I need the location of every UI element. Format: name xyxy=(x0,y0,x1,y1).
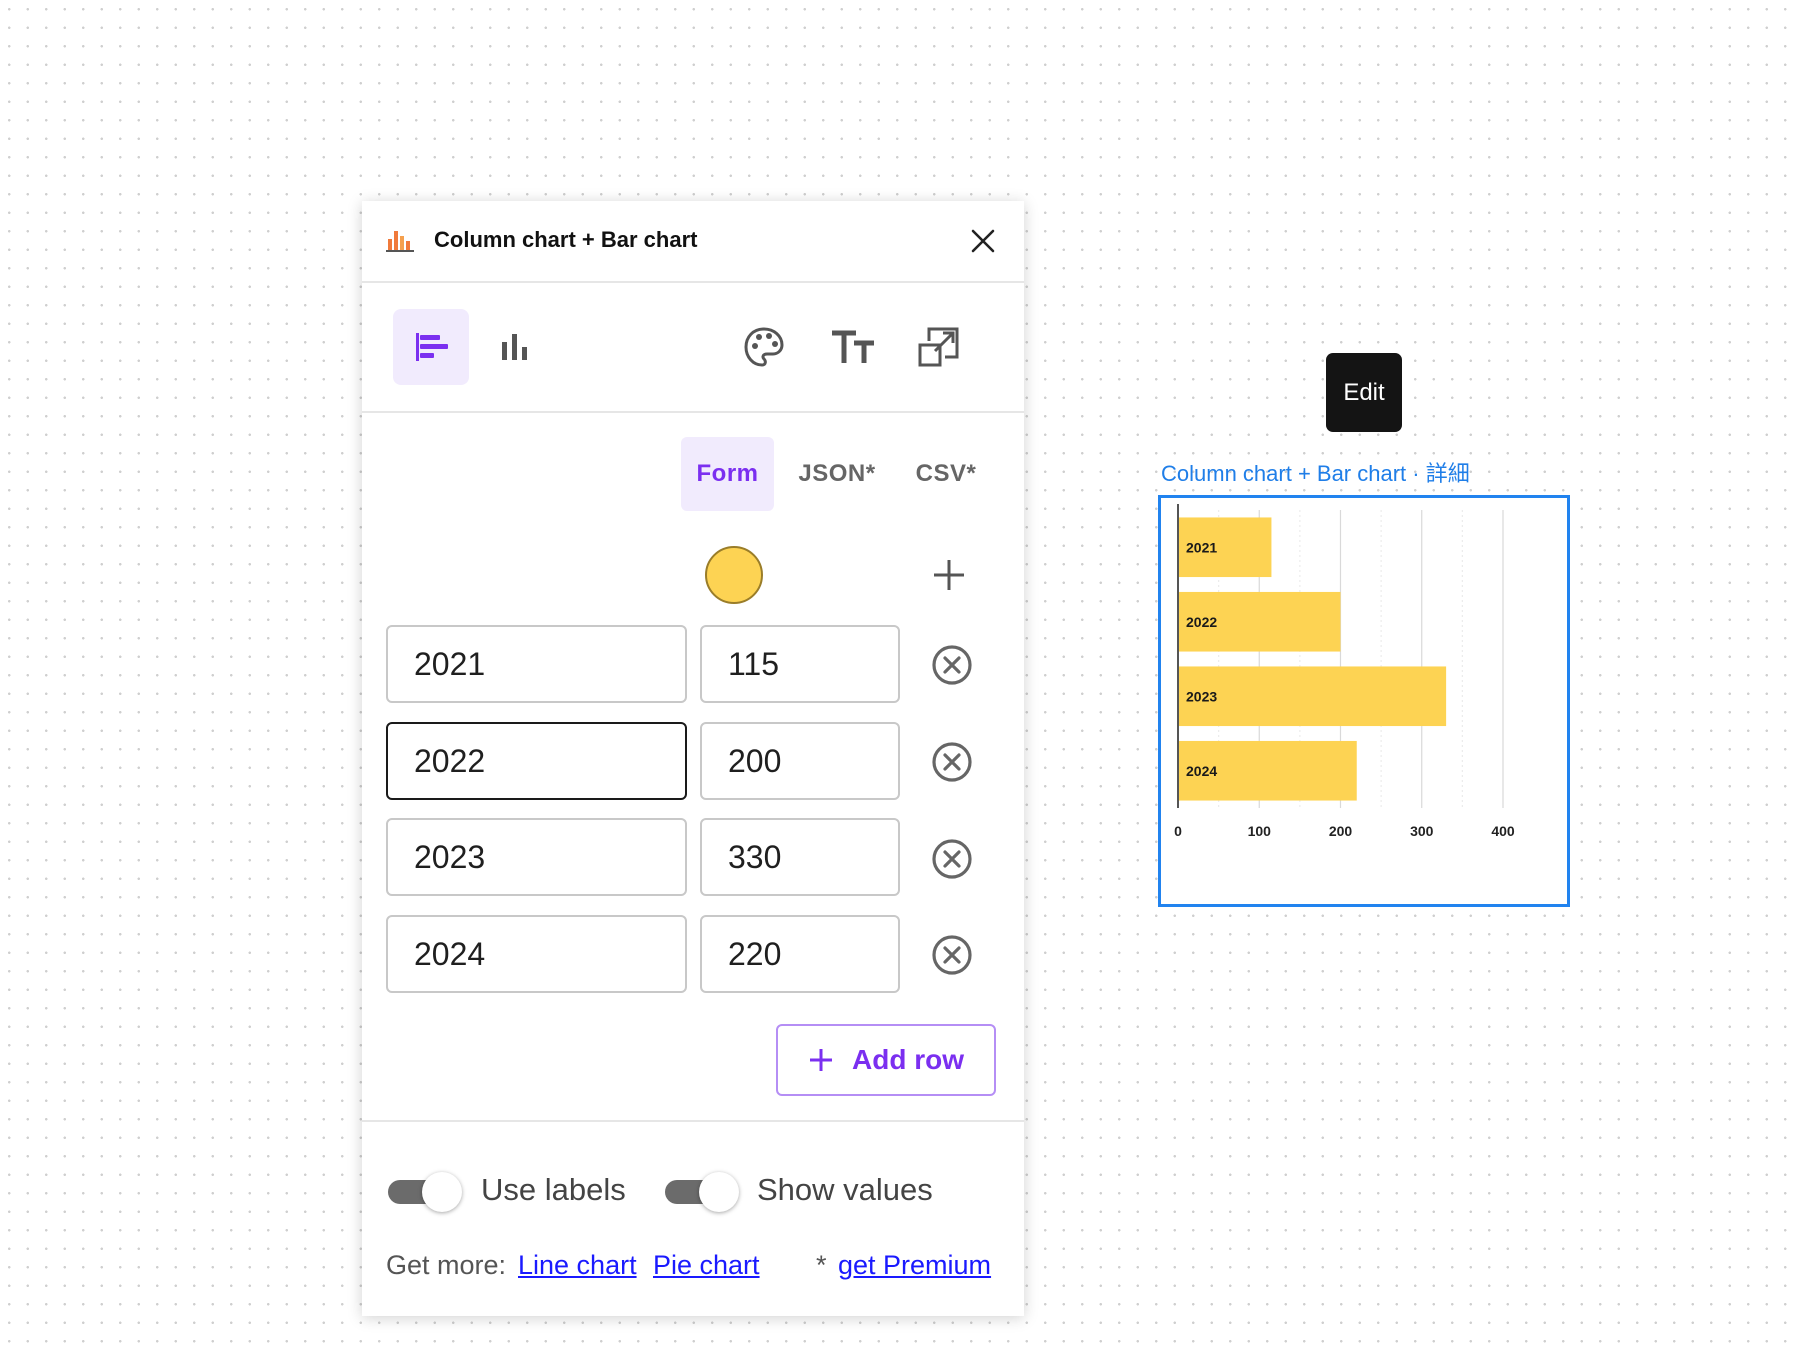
row-label-input[interactable]: 2024 xyxy=(386,915,687,993)
remove-row-icon[interactable] xyxy=(931,934,973,976)
premium-asterisk: * xyxy=(816,1250,827,1280)
x-tick-label: 200 xyxy=(1329,823,1353,839)
panel-header: Column chart + Bar chart xyxy=(362,201,1024,283)
row-label-input[interactable]: 2022 xyxy=(386,722,687,800)
remove-row-icon[interactable] xyxy=(931,838,973,880)
open-external-icon xyxy=(918,327,959,367)
tab-csv[interactable]: CSV* xyxy=(900,437,992,511)
column-chart-icon xyxy=(502,334,527,360)
pie-chart-link[interactable]: Pie chart xyxy=(653,1250,760,1281)
row-value-input[interactable]: 330 xyxy=(700,818,900,896)
add-column-icon[interactable] xyxy=(930,556,968,594)
bar-category-label: 2022 xyxy=(1186,614,1217,630)
plus-icon xyxy=(810,1049,832,1071)
get-more-label: Get more: xyxy=(386,1250,507,1280)
palette-button[interactable] xyxy=(726,309,802,385)
line-chart-link[interactable]: Line chart xyxy=(518,1250,637,1281)
get-premium-link[interactable]: get Premium xyxy=(838,1250,991,1281)
bar-category-label: 2023 xyxy=(1186,688,1217,704)
use-labels-label: Use labels xyxy=(481,1172,626,1207)
bar-chart-color-icon xyxy=(386,231,414,252)
x-tick-label: 0 xyxy=(1174,823,1182,839)
show-values-label: Show values xyxy=(757,1172,933,1207)
bar-category-label: 2024 xyxy=(1186,763,1217,779)
text-size-button[interactable] xyxy=(815,309,891,385)
text-size-icon xyxy=(832,330,874,363)
add-row-button[interactable]: Add row xyxy=(776,1024,996,1096)
horizontal-bar-chart-icon xyxy=(416,333,448,361)
open-external-button[interactable] xyxy=(901,309,977,385)
horizontal-bar-chart-button[interactable] xyxy=(393,309,469,385)
bar-category-label: 2021 xyxy=(1186,539,1217,555)
toggle-knob xyxy=(699,1172,739,1212)
remove-row-icon[interactable] xyxy=(931,741,973,783)
row-label-input[interactable]: 2021 xyxy=(386,625,687,703)
x-tick-label: 100 xyxy=(1248,823,1272,839)
chart-type-toolbar xyxy=(362,283,1024,413)
remove-row-icon[interactable] xyxy=(931,644,973,686)
use-labels-toggle[interactable] xyxy=(388,1172,462,1212)
chart-frame-caption[interactable]: Column chart + Bar chart · 詳細 xyxy=(1161,456,1470,488)
chart-frame-details: · 詳細 xyxy=(1412,461,1470,486)
edit-tooltip: Edit xyxy=(1326,353,1402,432)
chart-frame-name: Column chart + Bar chart xyxy=(1161,461,1407,486)
row-value-input[interactable]: 115 xyxy=(700,625,900,703)
row-value-input[interactable]: 200 xyxy=(700,722,900,800)
add-row-label: Add row xyxy=(852,1044,964,1075)
row-value-input[interactable]: 220 xyxy=(700,915,900,993)
x-tick-label: 300 xyxy=(1410,823,1434,839)
divider xyxy=(362,1120,1024,1122)
close-icon[interactable] xyxy=(967,225,999,257)
row-label-input[interactable]: 2023 xyxy=(386,818,687,896)
panel-title: Column chart + Bar chart xyxy=(434,227,698,252)
toggle-knob xyxy=(422,1172,462,1212)
x-tick-label: 400 xyxy=(1491,823,1515,839)
palette-icon xyxy=(744,327,784,367)
series-color-swatch[interactable] xyxy=(705,546,763,604)
show-values-toggle[interactable] xyxy=(665,1172,739,1212)
bar xyxy=(1178,666,1447,727)
chart-selection[interactable]: 2021 2022 2023 2024 0 100 200 300 400 xyxy=(1158,495,1570,907)
column-chart-button[interactable] xyxy=(477,309,553,385)
bar-chart: 2021 2022 2023 2024 0 100 200 300 400 xyxy=(1174,504,1515,839)
tab-json[interactable]: JSON* xyxy=(785,437,889,511)
tab-form[interactable]: Form xyxy=(681,437,774,511)
